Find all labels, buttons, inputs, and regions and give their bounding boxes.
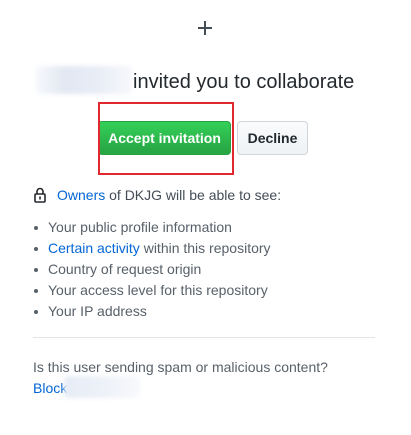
bullet — [34, 310, 38, 314]
permission-item-ip-address: Your IP address — [34, 301, 271, 322]
redacted-inviter-name — [36, 66, 132, 94]
bullet — [34, 289, 38, 293]
decline-button[interactable]: Decline — [237, 121, 308, 155]
permissions-intro-text: of DKJG will be able to see: — [105, 187, 282, 203]
permission-item-access-level: Your access level for this repository — [34, 280, 271, 301]
bullet — [34, 226, 38, 230]
permission-text: Your public profile information — [48, 219, 232, 235]
permission-text: within this repository — [139, 240, 271, 256]
plus-icon — [197, 20, 213, 36]
invitation-headline: invited you to collaborate — [133, 71, 355, 93]
permission-item-certain-activity: Certain activity within this repository — [34, 238, 271, 259]
permission-text: Your access level for this repository — [48, 282, 268, 298]
permissions-intro: Owners of DKJG will be able to see: — [57, 186, 281, 204]
permissions-list: Your public profile information Certain … — [34, 217, 271, 322]
bullet — [34, 268, 38, 272]
owners-link[interactable]: Owners — [57, 187, 105, 203]
permission-text: Country of request origin — [48, 261, 202, 277]
permission-item-public-profile: Your public profile information — [34, 217, 271, 238]
divider — [33, 337, 375, 338]
redacted-username — [64, 376, 140, 398]
spam-question: Is this user sending spam or malicious c… — [33, 359, 328, 375]
permission-item-country: Country of request origin — [34, 259, 271, 280]
block-user-link[interactable]: Block — [33, 379, 67, 397]
highlight-annotation-box — [98, 102, 234, 175]
bullet — [34, 247, 38, 251]
permission-text: Your IP address — [48, 303, 147, 319]
lock-icon — [34, 187, 46, 203]
certain-activity-link[interactable]: Certain activity — [48, 240, 140, 256]
